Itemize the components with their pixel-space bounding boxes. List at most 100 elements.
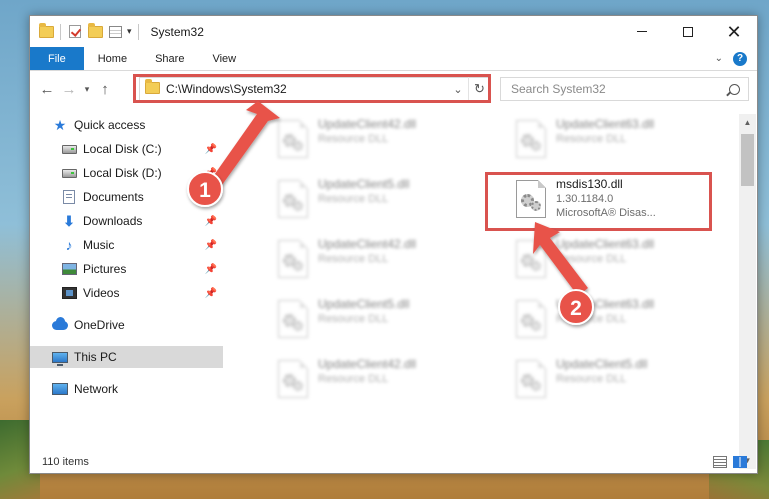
toolbar-divider: [137, 23, 139, 40]
list-item[interactable]: UpdateClient5.dll Resource DLL: [272, 177, 492, 225]
sidebar-item-downloads[interactable]: ⬇ Downloads 📌: [30, 210, 223, 232]
pin-icon[interactable]: 📌: [205, 216, 217, 227]
file-name: UpdateClient5.dll: [318, 297, 410, 311]
navigation-bar: ← → ▾ ↑ C:\Windows\System32 ⌄ ↻ Search S…: [30, 75, 757, 103]
downloads-icon: ⬇: [63, 212, 75, 229]
window-title: System32: [150, 24, 204, 39]
file-type: Resource DLL: [318, 373, 389, 385]
pin-icon[interactable]: 📌: [205, 264, 217, 275]
tab-share[interactable]: Share: [141, 47, 198, 70]
tab-file[interactable]: File: [30, 47, 84, 70]
sidebar-item-music[interactable]: ♪ Music 📌: [30, 234, 223, 256]
quick-access-toolbar: ▾: [30, 22, 141, 40]
tab-view[interactable]: View: [198, 47, 250, 70]
sidebar-item-documents[interactable]: Documents 📌: [30, 186, 223, 208]
maximize-button[interactable]: [665, 16, 711, 47]
back-button[interactable]: ←: [36, 78, 58, 100]
forward-button[interactable]: →: [58, 78, 80, 100]
documents-icon: [61, 190, 77, 204]
pin-icon[interactable]: 📌: [205, 168, 217, 179]
sidebar-item-label: OneDrive: [74, 318, 125, 332]
dll-file-icon: [278, 360, 308, 398]
toolbar-divider: [60, 23, 61, 40]
folder-icon: [145, 78, 160, 97]
pin-icon[interactable]: 📌: [205, 288, 217, 299]
this-pc-icon: [52, 350, 68, 366]
file-list: UpdateClient42.dll Resource DLL UpdateCli…: [252, 114, 742, 452]
file-type: Resource DLL: [556, 133, 627, 145]
customize-toolbar-icon[interactable]: ▾: [127, 26, 132, 37]
search-input[interactable]: Search System32: [511, 82, 606, 96]
dll-file-icon: [516, 120, 546, 158]
expand-ribbon-icon[interactable]: ⌄: [715, 53, 723, 64]
properties-check-icon[interactable]: [67, 25, 83, 39]
videos-icon: [61, 286, 77, 300]
sidebar-item-local-disk-d[interactable]: Local Disk (D:) 📌: [30, 162, 223, 184]
scroll-thumb[interactable]: [741, 134, 754, 186]
sidebar-item-label: Local Disk (C:): [83, 142, 162, 156]
sidebar-item-local-disk-c[interactable]: Local Disk (C:) 📌: [30, 138, 223, 160]
maximize-icon: [683, 26, 693, 37]
tab-home[interactable]: Home: [84, 47, 141, 70]
address-bar[interactable]: C:\Windows\System32 ⌄: [139, 77, 490, 101]
list-item[interactable]: UpdateClient5.dll Resource DLL: [510, 357, 730, 405]
dll-file-icon: [278, 180, 308, 218]
list-item[interactable]: UpdateClient42.dll Resource DLL: [272, 237, 492, 285]
properties-icon[interactable]: [107, 25, 123, 39]
list-item-msdis130[interactable]: msdis130.dll 1.30.1184.0 MicrosoftA® Dis…: [510, 177, 730, 225]
dll-file-icon: [516, 240, 546, 278]
large-icons-view-icon[interactable]: [733, 456, 747, 468]
recent-locations-button[interactable]: ▾: [80, 78, 94, 100]
file-type: Resource DLL: [318, 133, 389, 145]
list-item[interactable]: UpdateClient42.dll Resource DLL: [272, 117, 492, 165]
sidebar-item-quick-access[interactable]: ★ Quick access: [30, 114, 223, 136]
minimize-button[interactable]: [619, 16, 665, 47]
sidebar-item-onedrive[interactable]: OneDrive: [30, 314, 223, 336]
vertical-scrollbar[interactable]: ▲ ▼: [739, 114, 756, 469]
sidebar-item-label: Downloads: [83, 214, 143, 228]
address-path[interactable]: C:\Windows\System32: [166, 82, 287, 96]
chevron-down-icon: ▾: [84, 83, 90, 94]
navigation-pane: ★ Quick access Local Disk (C:) 📌 Local D…: [30, 114, 225, 452]
pin-icon[interactable]: 📌: [205, 240, 217, 251]
list-item[interactable]: UpdateClient63.dll Resource DLL: [510, 237, 730, 285]
list-item[interactable]: UpdateClient42.dll Resource DLL: [272, 357, 492, 405]
file-type: Resource DLL: [556, 253, 627, 265]
list-item[interactable]: UpdateClient63.dll Resource DLL: [510, 297, 730, 345]
close-icon: ✕: [726, 21, 742, 42]
onedrive-icon: [52, 316, 68, 332]
minimize-icon: [637, 31, 647, 32]
search-box[interactable]: Search System32: [500, 77, 749, 101]
folder-icon: [38, 22, 54, 39]
file-name: UpdateClient5.dll: [318, 177, 410, 191]
sidebar-item-network[interactable]: Network: [30, 378, 223, 400]
close-button[interactable]: ✕: [711, 16, 757, 47]
refresh-button[interactable]: ↻: [468, 77, 490, 101]
pin-icon[interactable]: 📌: [205, 192, 217, 203]
sidebar-item-label: Documents: [83, 190, 144, 204]
sidebar-item-label: Pictures: [83, 262, 127, 276]
refresh-icon: ↻: [474, 81, 485, 96]
sidebar-item-label: Network: [74, 382, 119, 396]
up-button[interactable]: ↑: [94, 78, 116, 100]
title-bar: ▾ System32 ✕: [30, 16, 757, 47]
window-controls: ✕: [619, 16, 757, 47]
sidebar-item-this-pc[interactable]: This PC: [30, 346, 223, 368]
arrow-up-icon: ↑: [101, 80, 109, 98]
file-name: UpdateClient5.dll: [556, 357, 648, 371]
file-type: Resource DLL: [318, 253, 389, 265]
pin-icon[interactable]: 📌: [205, 144, 217, 155]
file-type: Resource DLL: [556, 313, 627, 325]
dll-file-icon: [516, 360, 546, 398]
help-icon[interactable]: ?: [733, 51, 747, 66]
details-view-icon[interactable]: [713, 456, 727, 468]
list-item[interactable]: UpdateClient5.dll Resource DLL: [272, 297, 492, 345]
list-item[interactable]: UpdateClient63.dll Resource DLL: [510, 117, 730, 165]
new-folder-icon[interactable]: [87, 22, 103, 39]
sidebar-item-pictures[interactable]: Pictures 📌: [30, 258, 223, 280]
search-icon[interactable]: [729, 83, 740, 95]
sidebar-item-label: Local Disk (D:): [83, 166, 162, 180]
chevron-down-icon[interactable]: ⌄: [449, 83, 467, 96]
sidebar-item-videos[interactable]: Videos 📌: [30, 282, 223, 304]
scroll-up-icon[interactable]: ▲: [739, 114, 756, 131]
